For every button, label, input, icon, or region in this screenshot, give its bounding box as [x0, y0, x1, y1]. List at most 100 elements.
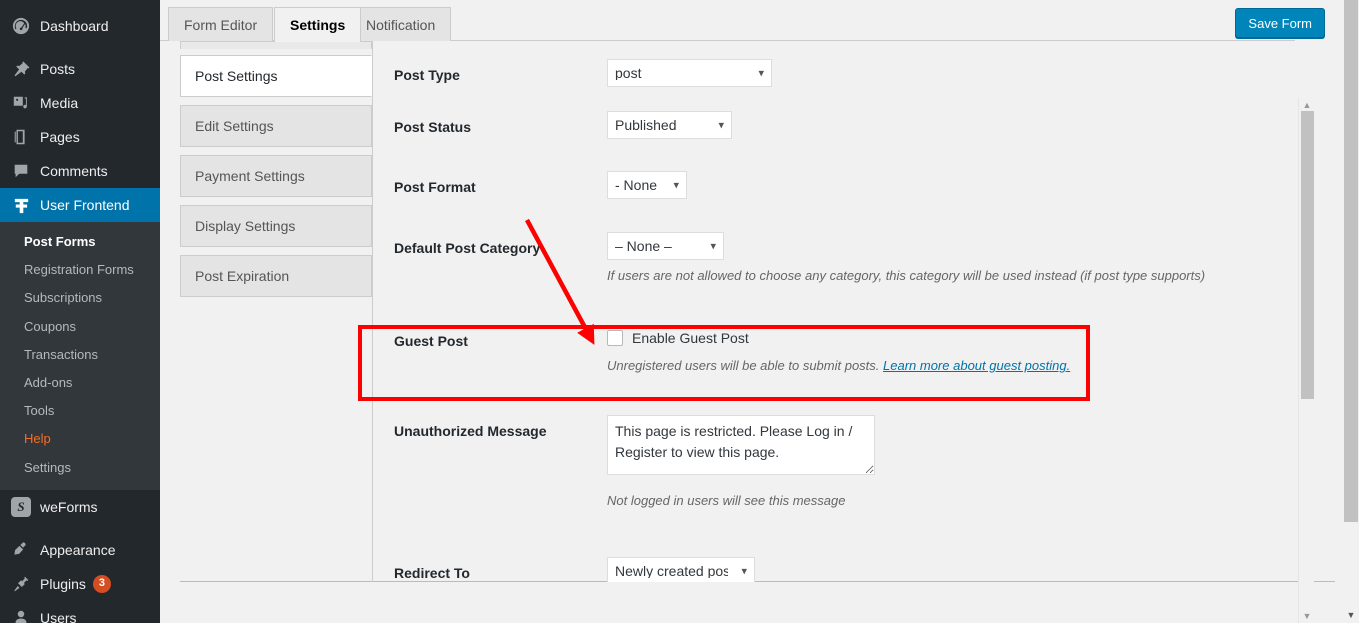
settings-nav-label: Post Settings	[195, 68, 278, 84]
tab-settings[interactable]: Settings	[274, 7, 362, 42]
guest-post-description: Unregistered users will be able to submi…	[607, 357, 1335, 375]
sidebar-item-posts[interactable]: Posts	[0, 52, 160, 86]
field-post-status: Post Status Published	[394, 111, 1335, 139]
post-status-select-wrap: Published	[607, 111, 732, 139]
sidebar-item-pages[interactable]: Pages	[0, 120, 160, 154]
sidebar-item-label: Pages	[40, 129, 80, 145]
panel-scrollbar[interactable]: ▲ ▼	[1298, 98, 1314, 623]
settings-nav-clipped-item[interactable]	[180, 41, 372, 49]
settings-nav-label: Payment Settings	[195, 168, 305, 184]
guest-post-checkbox-line: Enable Guest Post	[607, 325, 1335, 347]
settings-nav-label: Display Settings	[195, 218, 296, 234]
guest-post-learn-more-link[interactable]: Learn more about guest posting.	[883, 358, 1070, 373]
redirect-to-select[interactable]: Newly created post	[607, 556, 755, 582]
submenu-item-help[interactable]: Help	[0, 425, 160, 453]
plugins-icon	[11, 574, 31, 594]
sidebar-item-plugins[interactable]: Plugins 3	[0, 567, 160, 601]
settings-nav-display-settings[interactable]: Display Settings	[180, 205, 372, 247]
pages-icon	[11, 127, 31, 147]
sidebar-item-label: Dashboard	[40, 18, 109, 34]
post-type-select-wrap: post	[607, 59, 772, 87]
sidebar-separator-1	[0, 43, 160, 52]
comment-icon	[11, 161, 31, 181]
sidebar-item-label: Media	[40, 95, 79, 111]
post-status-select[interactable]: Published	[607, 111, 732, 139]
sidebar-item-label: Appearance	[40, 541, 116, 558]
sidebar-item-media[interactable]: Media	[0, 86, 160, 120]
sidebar-item-user-frontend[interactable]: User Frontend	[0, 188, 160, 222]
pin-icon	[11, 59, 31, 79]
field-unauthorized-message: Unauthorized Message This page is restri…	[394, 401, 1335, 510]
page-scrollbar[interactable]: ▼	[1343, 0, 1359, 623]
field-default-post-category: Default Post Category – None – If users …	[394, 232, 1335, 285]
sidebar-item-label: User Frontend	[40, 197, 130, 213]
tab-label: Settings	[290, 17, 346, 33]
plugins-update-badge: 3	[92, 574, 111, 593]
sidebar-item-label: Posts	[40, 61, 76, 77]
unauthorized-message-textarea[interactable]: This page is restricted. Please Log in /…	[607, 415, 875, 476]
scroll-down-arrow-icon[interactable]: ▼	[1299, 610, 1315, 622]
settings-nav-edit-settings[interactable]: Edit Settings	[180, 105, 372, 147]
sidebar-item-label: Comments	[40, 163, 108, 179]
appearance-icon	[11, 540, 31, 560]
redirect-to-select-wrap: Newly created post	[607, 556, 755, 582]
field-label: Post Status	[394, 119, 472, 135]
submenu-item-add-ons[interactable]: Add-ons	[0, 369, 160, 397]
settings-nav-payment-settings[interactable]: Payment Settings	[180, 155, 372, 197]
settings-nav-label: Post Expiration	[195, 268, 290, 284]
field-label: Post Type	[394, 67, 460, 83]
field-label: Guest Post	[394, 333, 468, 350]
unauthorized-message-description: Not logged in users will see this messag…	[607, 493, 846, 509]
sidebar-item-label: weForms	[40, 498, 98, 515]
post-format-select[interactable]: - None -	[607, 171, 687, 199]
tab-notification[interactable]: Notification	[350, 7, 452, 41]
guest-post-description-text: Unregistered users will be able to submi…	[607, 358, 884, 374]
sidebar-separator-2	[0, 524, 160, 533]
user-frontend-submenu: Post Forms Registration Forms Subscripti…	[0, 222, 160, 490]
sidebar-item-comments[interactable]: Comments	[0, 154, 160, 188]
main-content: Form Editor Settings Notification Save F…	[160, 0, 1359, 623]
field-post-format: Post Format - None -	[394, 171, 1335, 199]
field-guest-post: Guest Post Enable Guest Post Unregistere…	[394, 307, 1335, 375]
page-scrollbar-thumb[interactable]	[1344, 0, 1358, 522]
media-icon	[11, 93, 31, 113]
save-form-button[interactable]: Save Form	[1235, 8, 1325, 38]
post-settings-form: Post Type post Post Status Published	[374, 41, 1335, 582]
tab-label: Notification	[366, 16, 436, 33]
page-scroll-down-arrow-icon[interactable]: ▼	[1343, 608, 1359, 622]
field-label: Default Post Category	[394, 240, 541, 256]
field-redirect-to: Redirect To Newly created post	[394, 535, 1335, 582]
sidebar-item-appearance[interactable]: Appearance	[0, 533, 160, 567]
default-post-category-select[interactable]: – None –	[607, 232, 724, 260]
sidebar-item-label: Users	[40, 609, 77, 623]
submenu-item-coupons[interactable]: Coupons	[0, 313, 160, 341]
panel-scrollbar-thumb[interactable]	[1301, 111, 1314, 399]
settings-nav-label: Edit Settings	[195, 118, 274, 134]
sidebar-item-weforms[interactable]: S weForms	[0, 490, 160, 524]
weforms-icon: S	[11, 496, 31, 517]
submenu-item-registration-forms[interactable]: Registration Forms	[0, 256, 160, 284]
submenu-item-settings[interactable]: Settings	[0, 454, 160, 482]
post-type-select[interactable]: post	[607, 59, 772, 87]
sidebar-item-label: Plugins	[40, 575, 86, 592]
submenu-item-subscriptions[interactable]: Subscriptions	[0, 284, 160, 312]
settings-nav-post-expiration[interactable]: Post Expiration	[180, 255, 372, 297]
settings-panel: Post Settings Edit Settings Payment Sett…	[180, 41, 1335, 623]
users-icon	[11, 608, 31, 623]
sidebar-top-spacer	[0, 0, 160, 9]
dashboard-icon	[11, 16, 31, 36]
admin-sidebar: Dashboard Posts Media Pages Comments Use…	[0, 0, 160, 623]
enable-guest-post-label: Enable Guest Post	[632, 330, 749, 347]
enable-guest-post-checkbox[interactable]	[607, 330, 623, 347]
settings-nav-post-settings[interactable]: Post Settings	[180, 55, 372, 97]
submenu-item-post-forms[interactable]: Post Forms	[0, 228, 160, 256]
user-frontend-icon	[11, 195, 31, 215]
submenu-item-tools[interactable]: Tools	[0, 397, 160, 425]
settings-section-nav: Post Settings Edit Settings Payment Sett…	[180, 41, 373, 582]
tab-form-editor[interactable]: Form Editor	[168, 7, 274, 41]
scroll-up-arrow-icon[interactable]: ▲	[1299, 99, 1315, 111]
sidebar-item-users[interactable]: Users	[0, 601, 160, 623]
submenu-item-transactions[interactable]: Transactions	[0, 341, 160, 369]
field-post-type: Post Type post	[394, 59, 1335, 87]
sidebar-item-dashboard[interactable]: Dashboard	[0, 9, 160, 43]
